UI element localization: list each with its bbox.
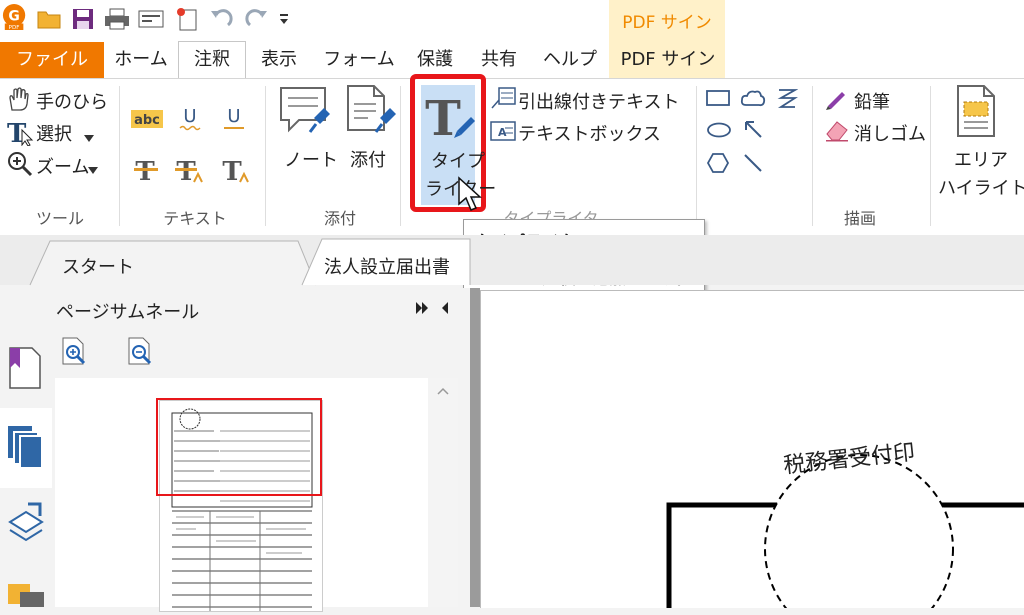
note-button-label[interactable]: ノート: [284, 146, 338, 172]
pages-icon: [6, 424, 46, 474]
group-separator: [696, 86, 697, 226]
undo-icon[interactable]: [208, 6, 234, 32]
tab-pdf-sign[interactable]: PDF サイン: [612, 42, 724, 78]
layers-icon[interactable]: [6, 500, 46, 550]
panel-collapse-icon[interactable]: [414, 300, 454, 320]
arrow-icon[interactable]: [742, 118, 764, 144]
svg-text:T: T: [222, 157, 242, 184]
view-splitter[interactable]: [470, 288, 480, 607]
tab-help[interactable]: ヘルプ: [534, 42, 606, 78]
callout-text-button[interactable]: 引出線付きテキスト: [518, 88, 679, 114]
svg-text:PDF: PDF: [9, 25, 20, 31]
comments-icon[interactable]: [6, 580, 46, 611]
tools-group-label: ツール: [35, 209, 84, 228]
mouse-cursor-icon: [456, 176, 486, 218]
customize-toolbar-icon[interactable]: [276, 6, 292, 32]
panel-title: ページサムネール: [56, 302, 200, 323]
insert-text-icon[interactable]: T: [220, 154, 250, 188]
select-cursor-icon: T: [6, 118, 34, 150]
drawing-group-label: 描画: [843, 209, 876, 228]
pencil-icon: [824, 86, 848, 114]
tab-protect[interactable]: 保護: [406, 42, 464, 78]
new-document-icon[interactable]: [174, 6, 200, 32]
group-separator: [400, 86, 401, 226]
svg-text:U: U: [183, 106, 196, 127]
group-separator: [930, 86, 931, 226]
zoom-icon: [6, 150, 34, 182]
current-page-indicator: [156, 398, 322, 496]
app-logo-icon: G PDF: [2, 4, 28, 31]
thumbnail-scrollbar[interactable]: [428, 378, 458, 607]
squiggly-underline-icon[interactable]: U: [178, 104, 202, 136]
title-bar: G PDF: [0, 0, 1024, 40]
tab-file[interactable]: ファイル: [0, 42, 104, 78]
attach-file-icon[interactable]: [344, 84, 398, 144]
tab-view[interactable]: 表示: [250, 42, 308, 78]
typewriter-icon: T: [423, 89, 479, 149]
area-highlight-label-line2[interactable]: ハイライト: [938, 174, 1024, 200]
replace-text-icon[interactable]: T: [174, 154, 204, 188]
area-highlight-label-line1[interactable]: エリア: [954, 146, 1008, 172]
thumbnail-list: [55, 378, 458, 612]
enlarge-thumbnail-icon[interactable]: [60, 336, 88, 370]
tab-share[interactable]: 共有: [470, 42, 528, 78]
line-icon[interactable]: [742, 152, 764, 178]
document-view[interactable]: 税務署受付印: [480, 290, 1024, 608]
tab-document[interactable]: 法人設立届出書: [324, 253, 450, 279]
select-tool-label[interactable]: 選択: [36, 120, 72, 146]
eraser-button[interactable]: 消しゴム: [854, 120, 926, 146]
area-highlight-icon[interactable]: [954, 84, 1000, 142]
eraser-icon: [824, 118, 850, 146]
note-icon[interactable]: [278, 84, 332, 144]
scan-icon[interactable]: [138, 6, 164, 32]
redo-icon[interactable]: [244, 6, 270, 32]
pdf-sign-context-label: PDF サイン: [622, 13, 712, 33]
group-separator: [119, 86, 120, 226]
tab-start[interactable]: スタート: [62, 253, 134, 279]
hand-icon: [6, 86, 32, 116]
tab-annotate[interactable]: 注釈: [178, 41, 246, 78]
cloud-icon[interactable]: [740, 88, 766, 112]
underline-icon[interactable]: U: [222, 104, 246, 136]
text-group-label: テキスト: [163, 209, 227, 228]
strikeout-icon[interactable]: T: [132, 154, 160, 188]
group-separator: [265, 86, 266, 226]
polygon-icon[interactable]: [706, 152, 730, 178]
tab-home[interactable]: ホーム: [108, 42, 174, 78]
bookmark-icon[interactable]: [6, 346, 42, 394]
pencil-button[interactable]: 鉛筆: [854, 88, 890, 114]
callout-icon: [490, 86, 516, 114]
highlight-text-glyph: abc: [134, 113, 160, 128]
textbox-button[interactable]: テキストボックス: [518, 120, 661, 146]
tab-form[interactable]: フォーム: [316, 42, 402, 78]
highlight-text-icon[interactable]: abc: [130, 108, 164, 130]
hand-tool-label[interactable]: 手のひら: [36, 88, 108, 114]
attach-button-label[interactable]: 添付: [350, 146, 386, 172]
zoom-dropdown-icon[interactable]: [88, 160, 98, 179]
zoom-tool-label[interactable]: ズーム: [36, 153, 89, 179]
save-icon[interactable]: [70, 6, 96, 32]
textbox-icon: A: [490, 120, 516, 146]
select-dropdown-icon[interactable]: [84, 128, 94, 147]
document-tab-bar: スタート 法人設立届出書: [0, 235, 1024, 286]
svg-text:U: U: [227, 106, 240, 127]
print-icon[interactable]: [104, 6, 130, 32]
group-separator: [812, 86, 813, 226]
attach-group-label: 添付: [323, 209, 356, 228]
typewriter-label-line1: タイプ: [431, 151, 485, 172]
polyline-icon[interactable]: [776, 86, 799, 114]
open-folder-icon[interactable]: [36, 6, 62, 32]
scroll-up-icon: [437, 387, 449, 395]
rectangle-icon[interactable]: [706, 90, 730, 110]
svg-text:G: G: [8, 9, 19, 25]
oval-icon[interactable]: [706, 122, 732, 142]
reduce-thumbnail-icon[interactable]: [126, 336, 154, 370]
